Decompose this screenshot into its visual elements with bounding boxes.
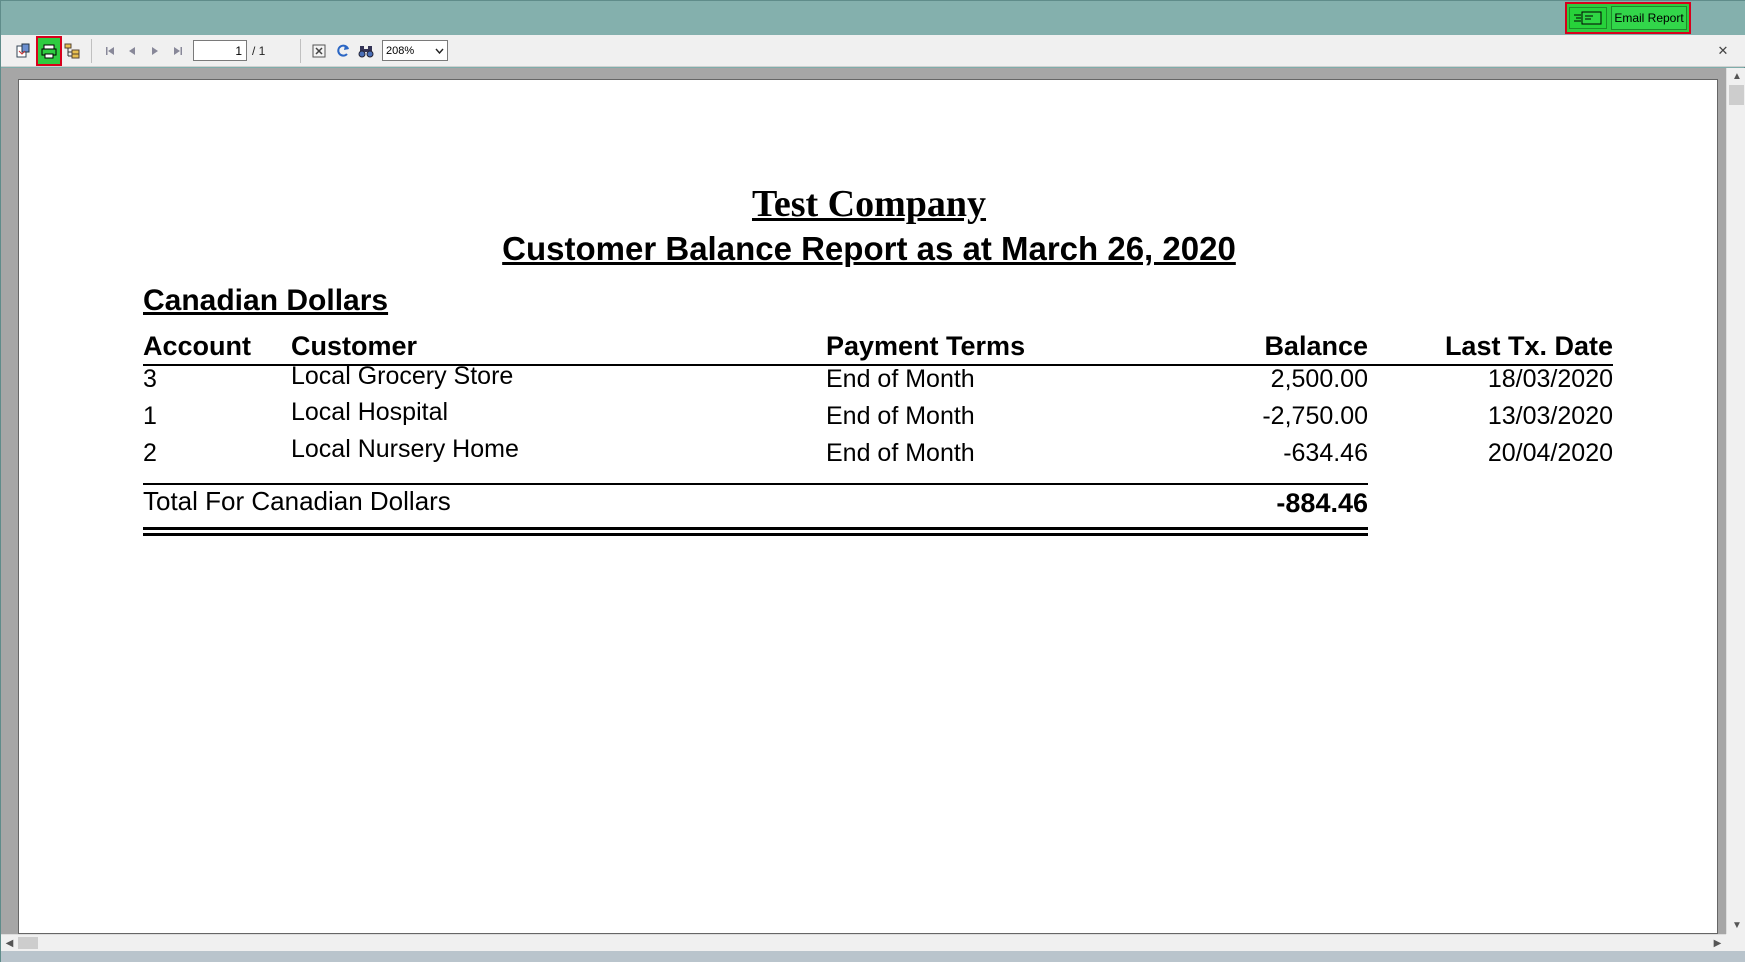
close-viewer-button[interactable]: ✕ bbox=[1715, 43, 1731, 59]
page-number-input[interactable] bbox=[193, 40, 247, 61]
report-viewer-window: Email Report / 1 bbox=[0, 0, 1745, 962]
binoculars-icon[interactable] bbox=[356, 41, 376, 61]
prev-page-icon[interactable] bbox=[122, 41, 142, 61]
cell-payment-terms: End of Month bbox=[826, 402, 975, 430]
first-page-icon[interactable] bbox=[100, 41, 120, 61]
next-page-icon[interactable] bbox=[145, 41, 165, 61]
cell-customer: Local Nursery Home bbox=[291, 435, 519, 463]
double-underline-bottom bbox=[143, 533, 1368, 536]
column-header-payment-terms: Payment Terms bbox=[826, 331, 1026, 361]
cell-account: 2 bbox=[143, 439, 157, 467]
cell-customer: Local Hospital bbox=[291, 398, 449, 426]
cell-account: 1 bbox=[143, 402, 157, 430]
cell-last-tx-date: 13/03/2020 bbox=[1487, 402, 1613, 430]
total-label: Total For Canadian Dollars bbox=[143, 486, 451, 516]
toolbar-separator bbox=[91, 39, 92, 63]
print-button[interactable] bbox=[36, 36, 62, 66]
column-header-account: Account bbox=[143, 331, 251, 361]
cell-balance: -2,750.00 bbox=[1262, 402, 1368, 430]
cell-payment-terms: End of Month bbox=[826, 439, 975, 467]
vertical-scrollbar[interactable]: ▲ ▼ bbox=[1726, 68, 1745, 934]
last-page-icon[interactable] bbox=[168, 41, 188, 61]
scroll-up-icon[interactable]: ▲ bbox=[1727, 68, 1745, 85]
zoom-value: 208% bbox=[386, 44, 415, 57]
page-total-label: / 1 bbox=[252, 44, 266, 58]
cell-balance: -634.46 bbox=[1283, 439, 1368, 467]
currency-heading: Canadian Dollars bbox=[143, 284, 389, 317]
email-report-area[interactable]: Email Report bbox=[1565, 2, 1691, 34]
refresh-icon[interactable] bbox=[333, 41, 353, 61]
vertical-scroll-thumb[interactable] bbox=[1729, 85, 1744, 105]
scroll-down-icon[interactable]: ▼ bbox=[1727, 917, 1745, 934]
column-header-customer: Customer bbox=[291, 331, 418, 361]
total-rule bbox=[143, 483, 1368, 485]
cell-last-tx-date: 18/03/2020 bbox=[1487, 365, 1613, 393]
cell-payment-terms: End of Month bbox=[826, 365, 975, 393]
zoom-select[interactable]: 208% bbox=[382, 40, 448, 61]
report-title: Customer Balance Report as at March 26, … bbox=[502, 230, 1236, 267]
scrollbar-corner bbox=[1726, 934, 1745, 951]
cell-balance: 2,500.00 bbox=[1270, 365, 1368, 393]
report-page: Test Company Customer Balance Report as … bbox=[18, 79, 1718, 934]
stop-icon[interactable] bbox=[309, 41, 329, 61]
title-band: Email Report bbox=[1, 1, 1745, 35]
chevron-down-icon bbox=[435, 45, 444, 57]
toolbar-separator bbox=[300, 39, 301, 63]
horizontal-scrollbar[interactable]: ◀ ▶ bbox=[1, 934, 1726, 951]
scroll-right-icon[interactable]: ▶ bbox=[1709, 935, 1726, 952]
cell-customer: Local Grocery Store bbox=[291, 362, 514, 390]
viewer-toolbar: / 1 208% ✕ bbox=[1, 35, 1745, 67]
double-underline-top bbox=[143, 527, 1368, 530]
scroll-left-icon[interactable]: ◀ bbox=[1, 935, 18, 952]
email-report-icon[interactable] bbox=[1569, 7, 1607, 29]
column-header-last-tx-date: Last Tx. Date bbox=[1444, 331, 1613, 361]
column-header-balance: Balance bbox=[1264, 331, 1368, 361]
group-tree-icon[interactable] bbox=[62, 41, 82, 61]
email-report-button[interactable]: Email Report bbox=[1611, 6, 1687, 30]
window-bottom-border bbox=[1, 951, 1745, 962]
cell-last-tx-date: 20/04/2020 bbox=[1487, 439, 1613, 467]
horizontal-scroll-thumb[interactable] bbox=[18, 937, 38, 949]
report-preview-area: Test Company Customer Balance Report as … bbox=[1, 68, 1745, 951]
cell-account: 3 bbox=[143, 365, 157, 393]
total-value: -884.46 bbox=[1276, 488, 1368, 518]
export-icon[interactable] bbox=[13, 41, 33, 61]
printer-icon[interactable] bbox=[41, 43, 57, 64]
company-name: Test Company bbox=[751, 183, 987, 225]
